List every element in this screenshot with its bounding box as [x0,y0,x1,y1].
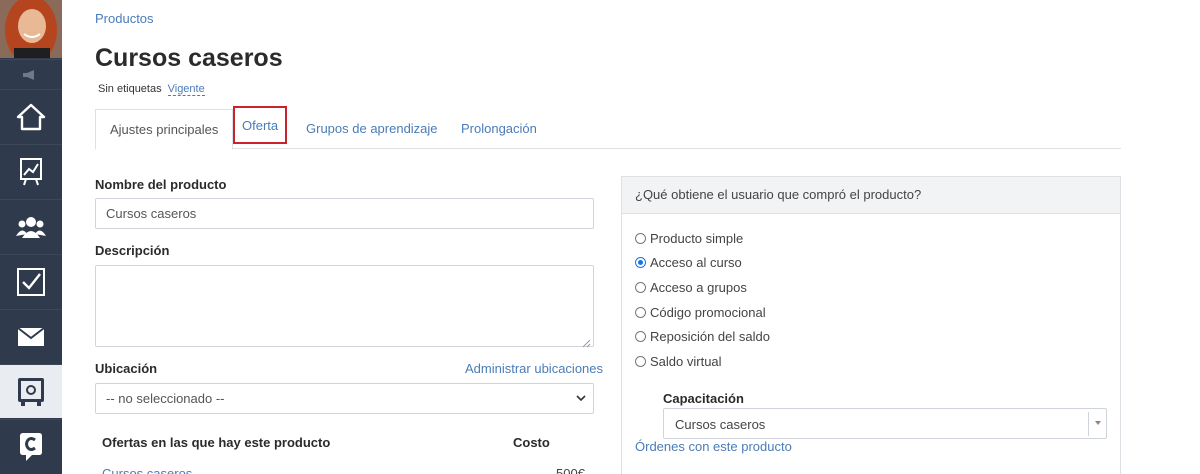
brand-logo-icon [18,432,44,462]
tab-main-settings[interactable]: Ajustes principales [95,109,234,150]
sidebar-item-tasks[interactable] [0,254,62,308]
description-label: Descripción [95,243,170,258]
orders-link[interactable]: Órdenes con este producto [635,439,792,454]
tabs: Ajustes principales Oferta Grupos de apr… [95,106,1121,150]
sidebar [0,0,62,474]
radio-course-access[interactable] [635,257,646,268]
sidebar-item-home[interactable] [0,89,62,143]
sidebar-item-users[interactable] [0,199,62,253]
safe-icon [17,377,45,407]
radio-group-access[interactable] [635,282,646,293]
option-label: Acceso al curso [650,255,742,270]
product-name-value: Cursos caseros [106,206,197,221]
breadcrumb[interactable]: Productos [95,11,154,26]
select-separator [1088,412,1089,436]
option-label: Saldo virtual [650,354,722,369]
location-label: Ubicación [95,361,158,376]
option-group-access[interactable]: Acceso a grupos [635,280,747,295]
users-icon [15,214,47,240]
option-virtual-balance[interactable]: Saldo virtual [635,354,722,369]
radio-simple-product[interactable] [635,233,646,244]
sidebar-item-brand[interactable] [0,419,62,473]
page-title: Cursos caseros [95,44,283,72]
offer-row-cost: 500€ [556,466,585,474]
product-type-panel: ¿Qué obtiene el usuario que compró el pr… [621,176,1121,474]
sidebar-item-announcements[interactable] [0,59,62,89]
location-value: -- no seleccionado -- [106,391,225,406]
description-textarea[interactable] [95,265,594,348]
status-badge[interactable]: Vigente [167,83,205,96]
product-name-label: Nombre del producto [95,177,227,192]
option-label: Código promocional [650,305,766,320]
sidebar-item-products[interactable] [0,364,62,418]
mail-icon [17,326,45,347]
radio-balance-topup[interactable] [635,331,646,342]
training-value: Cursos caseros [675,417,766,432]
user-avatar[interactable] [0,0,62,58]
tab-offer[interactable]: Oferta [233,106,288,144]
home-icon [16,103,46,131]
tab-learning-groups[interactable]: Grupos de aprendizaje [292,109,452,149]
option-label: Reposición del saldo [650,329,770,344]
option-balance-topup[interactable]: Reposición del saldo [635,329,770,344]
sidebar-item-analytics[interactable] [0,144,62,198]
manage-locations-link[interactable]: Administrar ubicaciones [465,361,603,376]
chevron-down-icon [575,392,587,407]
option-label: Acceso a grupos [650,280,747,295]
sidebar-item-mail[interactable] [0,309,62,363]
product-name-input[interactable]: Cursos caseros [95,198,594,229]
offer-row-name[interactable]: Cursos caseros [102,466,192,474]
location-select[interactable]: -- no seleccionado -- [95,383,594,414]
option-label: Producto simple [650,231,744,246]
main-content: Productos Cursos caseros Sin etiquetas Vi… [95,0,1125,474]
radio-promo-code[interactable] [635,307,646,318]
option-simple-product[interactable]: Producto simple [635,231,743,246]
panel-header: ¿Qué obtiene el usuario que compró el pr… [622,177,1120,214]
tab-extension[interactable]: Prolongación [447,109,551,149]
radio-virtual-balance[interactable] [635,356,646,367]
tags-label: Sin etiquetas [98,83,162,95]
resize-grip-icon[interactable] [582,335,591,348]
chart-icon [20,157,42,186]
tags-row: Sin etiquetas Vigente [98,83,205,96]
training-select[interactable]: Cursos caseros [663,408,1107,439]
checkbox-icon [17,267,45,296]
caret-down-icon [1095,421,1101,425]
option-promo-code[interactable]: Código promocional [635,305,766,320]
training-label: Capacitación [663,391,744,406]
megaphone-icon [22,69,40,81]
offers-table-header-name: Ofertas en las que hay este producto [102,435,331,450]
offers-table-header-cost: Costo [513,435,550,450]
option-course-access[interactable]: Acceso al curso [635,255,742,270]
